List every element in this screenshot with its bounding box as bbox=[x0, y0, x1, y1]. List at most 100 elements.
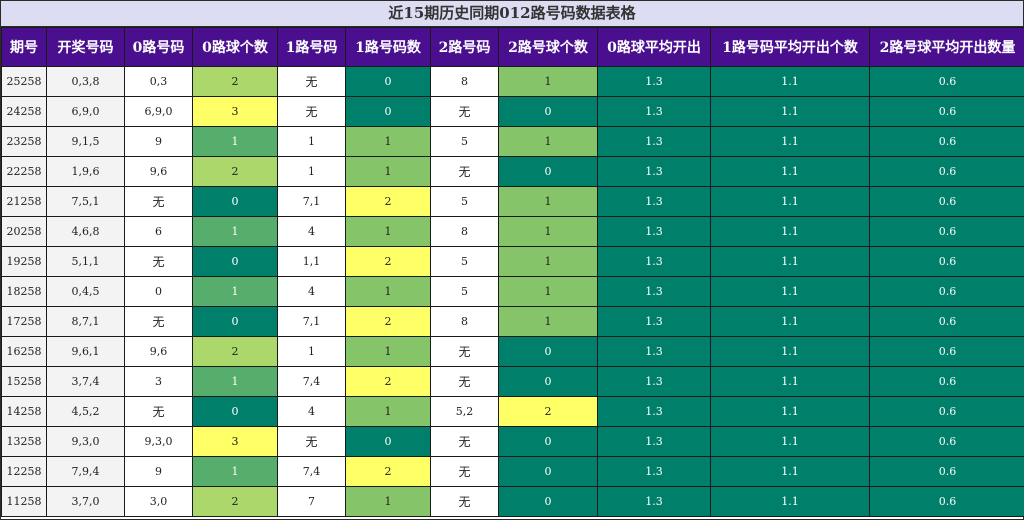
road0-count-cell: 0 bbox=[192, 396, 278, 427]
road1-count-cell: 1 bbox=[345, 486, 431, 517]
issue-cell: 20258 bbox=[1, 216, 47, 247]
road2-count-cell: 1 bbox=[498, 126, 598, 157]
road2-numbers-cell: 无 bbox=[430, 456, 499, 487]
road1-numbers-cell: 7,1 bbox=[277, 306, 346, 337]
road0-count-cell: 2 bbox=[192, 66, 278, 97]
column-header: 开奖号码 bbox=[46, 27, 125, 67]
road0-average-cell: 1.3 bbox=[597, 396, 711, 427]
draw-number-cell: 4,5,2 bbox=[46, 396, 125, 427]
road2-count-cell: 1 bbox=[498, 216, 598, 247]
issue-cell: 22258 bbox=[1, 156, 47, 187]
road0-average-cell: 1.3 bbox=[597, 486, 711, 517]
column-header: 0路号码 bbox=[124, 27, 193, 67]
issue-cell: 15258 bbox=[1, 366, 47, 397]
road2-numbers-cell: 5,2 bbox=[430, 396, 499, 427]
road2-count-cell: 1 bbox=[498, 306, 598, 337]
draw-number-cell: 6,9,0 bbox=[46, 96, 125, 127]
road1-count-cell: 0 bbox=[345, 66, 431, 97]
road1-numbers-cell: 7,4 bbox=[277, 366, 346, 397]
road0-count-cell: 1 bbox=[192, 126, 278, 157]
road1-count-cell: 2 bbox=[345, 456, 431, 487]
road2-count-cell: 0 bbox=[498, 336, 598, 367]
road2-average-cell: 0.6 bbox=[869, 216, 1024, 247]
road1-average-cell: 1.1 bbox=[710, 156, 870, 187]
road1-count-cell: 2 bbox=[345, 186, 431, 217]
road1-count-cell: 0 bbox=[345, 426, 431, 457]
column-header: 0路球个数 bbox=[192, 27, 278, 67]
road1-average-cell: 1.1 bbox=[710, 306, 870, 337]
road0-count-cell: 1 bbox=[192, 276, 278, 307]
road1-average-cell: 1.1 bbox=[710, 426, 870, 457]
issue-cell: 17258 bbox=[1, 306, 47, 337]
road2-average-cell: 0.6 bbox=[869, 276, 1024, 307]
road2-average-cell: 0.6 bbox=[869, 336, 1024, 367]
road1-average-cell: 1.1 bbox=[710, 216, 870, 247]
road0-numbers-cell: 9,3,0 bbox=[124, 426, 193, 457]
road2-count-cell: 2 bbox=[498, 396, 598, 427]
road0-numbers-cell: 3,0 bbox=[124, 486, 193, 517]
road1-count-cell: 1 bbox=[345, 276, 431, 307]
road1-count-cell: 0 bbox=[345, 96, 431, 127]
road0-count-cell: 2 bbox=[192, 336, 278, 367]
road1-numbers-cell: 1 bbox=[277, 126, 346, 157]
table-row: 12258 7,9,4 9 1 7,4 2 无 0 1.3 1.1 0.6 bbox=[1, 456, 1024, 487]
column-header: 期号 bbox=[1, 27, 47, 67]
road0-numbers-cell: 无 bbox=[124, 396, 193, 427]
road1-count-cell: 1 bbox=[345, 156, 431, 187]
road2-numbers-cell: 8 bbox=[430, 216, 499, 247]
road0-average-cell: 1.3 bbox=[597, 336, 711, 367]
road0-count-cell: 2 bbox=[192, 486, 278, 517]
road0-average-cell: 1.3 bbox=[597, 366, 711, 397]
road2-average-cell: 0.6 bbox=[869, 486, 1024, 517]
issue-cell: 24258 bbox=[1, 96, 47, 127]
issue-cell: 23258 bbox=[1, 126, 47, 157]
road2-numbers-cell: 8 bbox=[430, 306, 499, 337]
table-body: 25258 0,3,8 0,3 2 无 0 8 1 1.3 1.1 0.6 24258 6,9,0 6,9… bbox=[1, 66, 1024, 517]
road2-average-cell: 0.6 bbox=[869, 396, 1024, 427]
table-row: 17258 8,7,1 无 0 7,1 2 8 1 1.3 1.1 0.6 bbox=[1, 306, 1024, 337]
road2-numbers-cell: 5 bbox=[430, 186, 499, 217]
road0-numbers-cell: 6,9,0 bbox=[124, 96, 193, 127]
road2-numbers-cell: 无 bbox=[430, 156, 499, 187]
road2-numbers-cell: 5 bbox=[430, 276, 499, 307]
road2-count-cell: 0 bbox=[498, 96, 598, 127]
road0-average-cell: 1.3 bbox=[597, 246, 711, 277]
road0-count-cell: 2 bbox=[192, 156, 278, 187]
road1-average-cell: 1.1 bbox=[710, 456, 870, 487]
draw-number-cell: 1,9,6 bbox=[46, 156, 125, 187]
draw-number-cell: 8,7,1 bbox=[46, 306, 125, 337]
road1-average-cell: 1.1 bbox=[710, 186, 870, 217]
road2-numbers-cell: 无 bbox=[430, 96, 499, 127]
road1-count-cell: 2 bbox=[345, 366, 431, 397]
column-header: 2路号码 bbox=[430, 27, 499, 67]
draw-number-cell: 0,4,5 bbox=[46, 276, 125, 307]
road0-average-cell: 1.3 bbox=[597, 66, 711, 97]
road1-average-cell: 1.1 bbox=[710, 96, 870, 127]
road2-count-cell: 0 bbox=[498, 156, 598, 187]
road0-count-cell: 0 bbox=[192, 186, 278, 217]
road0-count-cell: 0 bbox=[192, 246, 278, 277]
issue-cell: 12258 bbox=[1, 456, 47, 487]
road0-average-cell: 1.3 bbox=[597, 306, 711, 337]
road2-count-cell: 0 bbox=[498, 426, 598, 457]
road0-numbers-cell: 0,3 bbox=[124, 66, 193, 97]
road0-average-cell: 1.3 bbox=[597, 216, 711, 247]
road0-count-cell: 0 bbox=[192, 306, 278, 337]
road0-count-cell: 3 bbox=[192, 426, 278, 457]
road2-average-cell: 0.6 bbox=[869, 96, 1024, 127]
issue-cell: 21258 bbox=[1, 186, 47, 217]
column-header: 1路号码数 bbox=[345, 27, 431, 67]
road1-average-cell: 1.1 bbox=[710, 366, 870, 397]
road1-count-cell: 1 bbox=[345, 336, 431, 367]
road2-numbers-cell: 无 bbox=[430, 486, 499, 517]
issue-cell: 14258 bbox=[1, 396, 47, 427]
column-header: 1路号码平均开出个数 bbox=[710, 27, 870, 67]
road2-average-cell: 0.6 bbox=[869, 456, 1024, 487]
road0-numbers-cell: 无 bbox=[124, 186, 193, 217]
road1-numbers-cell: 4 bbox=[277, 276, 346, 307]
road1-numbers-cell: 4 bbox=[277, 396, 346, 427]
road1-average-cell: 1.1 bbox=[710, 276, 870, 307]
table-row: 13258 9,3,0 9,3,0 3 无 0 无 0 1.3 1.1 0.6 bbox=[1, 426, 1024, 457]
road0-count-cell: 3 bbox=[192, 96, 278, 127]
road2-count-cell: 1 bbox=[498, 66, 598, 97]
